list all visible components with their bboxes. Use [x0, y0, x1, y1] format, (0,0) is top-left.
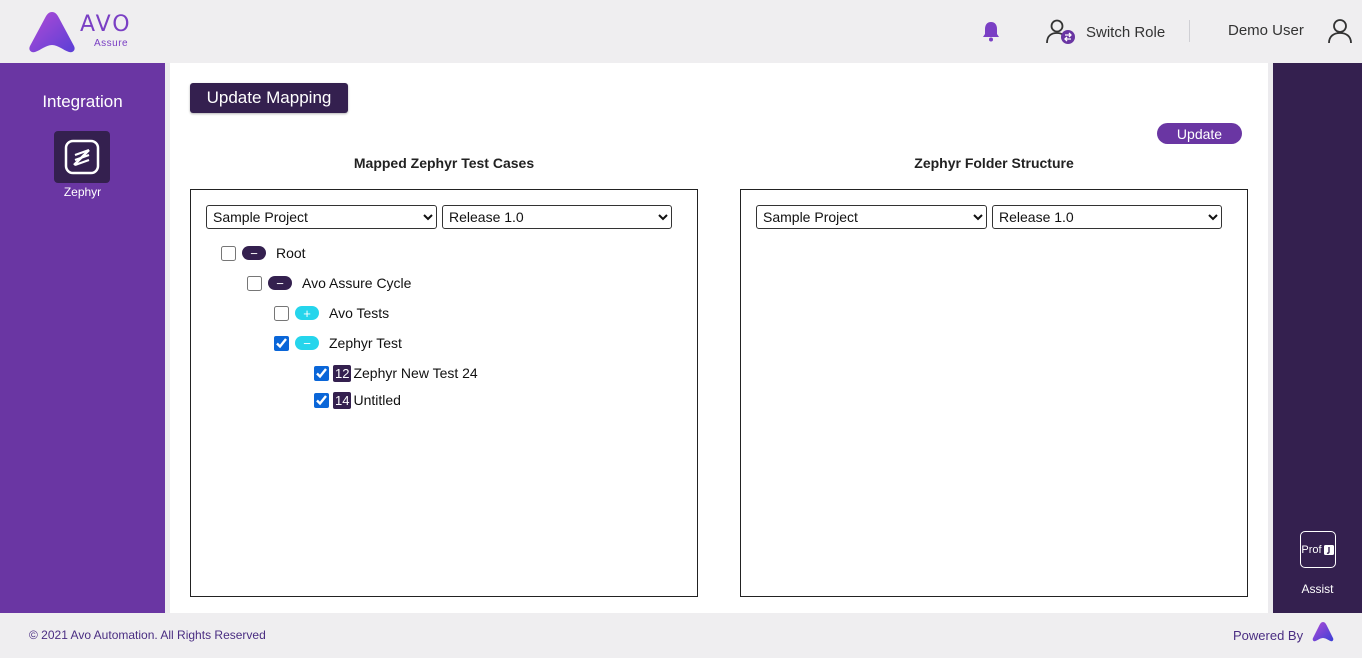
assist-label: Assist — [1301, 582, 1334, 596]
tree-testcase-row: 12 Zephyr New Test 24 — [314, 362, 478, 384]
footer: © 2021 Avo Automation. All Rights Reserv… — [0, 613, 1362, 658]
zephyr-icon — [64, 139, 100, 175]
update-button[interactable]: Update — [1157, 123, 1242, 144]
mapped-test-cases-title: Mapped Zephyr Test Cases — [353, 155, 535, 171]
main-panel: Update Mapping Update Mapped Zephyr Test… — [170, 63, 1268, 613]
user-profile-icon[interactable] — [1328, 18, 1352, 44]
folder-structure-panel: Sample Project Release 1.0 — [740, 189, 1248, 597]
update-mapping-button[interactable]: Update Mapping — [190, 83, 348, 113]
logo-subtext: Assure — [94, 38, 129, 49]
right-project-select[interactable]: Sample Project — [756, 205, 987, 229]
sidebar-item-zephyr-label: Zephyr — [63, 185, 102, 199]
zephyr-test-checkbox[interactable] — [274, 335, 289, 351]
tree-node-zephyr-test: − Zephyr Test — [274, 332, 402, 354]
tree-node-label: Avo Tests — [329, 305, 390, 321]
switch-role-icon — [1046, 19, 1075, 44]
testcase-label[interactable]: Untitled — [353, 392, 400, 408]
expand-toggle-avo-tests[interactable]: + — [295, 306, 319, 320]
tree-testcase-row: 14 Untitled — [314, 389, 401, 411]
sidebar-item-zephyr[interactable] — [54, 131, 110, 183]
tree-node-root: − Root — [221, 242, 306, 264]
mapped-test-cases-panel: Sample Project Release 1.0 − Root − Avo … — [190, 189, 698, 597]
right-release-select[interactable]: Release 1.0 — [992, 205, 1222, 229]
avo-tests-checkbox[interactable] — [274, 305, 289, 321]
tree-node-cycle: − Avo Assure Cycle — [247, 272, 411, 294]
avo-small-logo-icon — [1312, 622, 1334, 642]
collapse-toggle-zephyr-test[interactable]: − — [295, 336, 319, 350]
folder-structure-title: Zephyr Folder Structure — [914, 155, 1074, 171]
tree-node-label: Root — [276, 245, 306, 261]
testcase-id-badge: 14 — [333, 391, 352, 409]
tree-node-label: Avo Assure Cycle — [302, 275, 412, 291]
tree-node-avo-tests: + Avo Tests — [274, 302, 389, 324]
user-name[interactable]: Demo User — [1228, 22, 1304, 39]
left-release-select[interactable]: Release 1.0 — [442, 205, 672, 229]
sidebar-title: Integration — [42, 92, 123, 111]
switch-role-label: Switch Role — [1086, 23, 1166, 41]
testcase-checkbox[interactable] — [314, 392, 329, 408]
top-header: AVO Assure Switch Role Demo User — [0, 0, 1362, 63]
root-checkbox[interactable] — [221, 245, 236, 261]
notification-bell-icon[interactable] — [980, 20, 1002, 42]
copyright-text: © 2021 Avo Automation. All Rights Reserv… — [29, 628, 266, 642]
prof-assist-button[interactable]: Prof — [1300, 531, 1336, 568]
logo-text: AVO — [80, 12, 132, 37]
powered-by-text: Powered By — [1233, 628, 1304, 643]
testcase-checkbox[interactable] — [314, 365, 329, 381]
switch-role-button[interactable]: Switch Role — [1046, 18, 1165, 46]
prof-label: Prof — [1301, 543, 1322, 556]
left-project-select[interactable]: Sample Project — [206, 205, 437, 229]
testcase-id-badge: 12 — [333, 364, 352, 382]
collapse-toggle-root[interactable]: − — [242, 246, 266, 260]
tree-node-label: Zephyr Test — [329, 335, 402, 351]
left-sidebar: Integration Zephyr — [0, 63, 165, 613]
testcase-label[interactable]: Zephyr New Test 24 — [353, 365, 477, 381]
cycle-checkbox[interactable] — [247, 275, 262, 291]
header-divider — [1189, 20, 1190, 42]
right-sidebar: Prof Assist — [1273, 63, 1362, 613]
collapse-toggle-cycle[interactable]: − — [268, 276, 292, 290]
assist-icon — [1323, 544, 1334, 555]
